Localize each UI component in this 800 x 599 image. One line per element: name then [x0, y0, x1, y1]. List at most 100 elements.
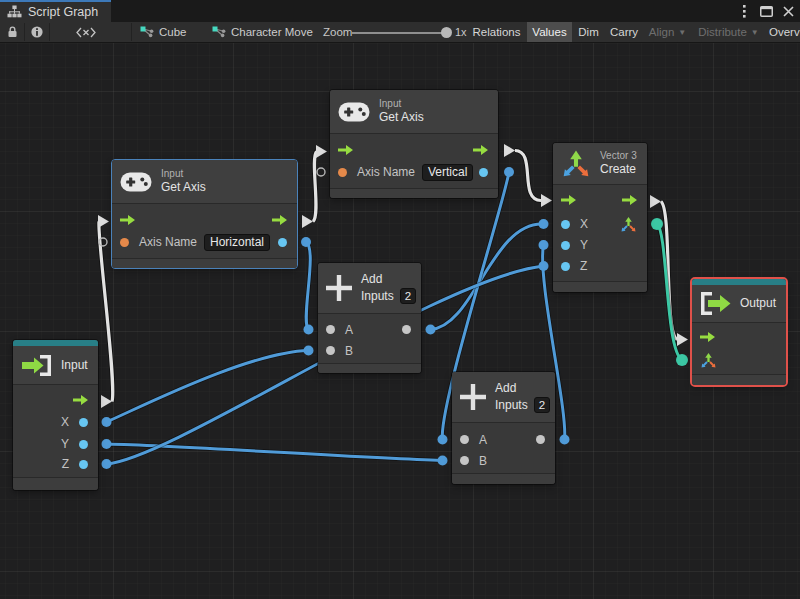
code-preview-button[interactable] [50, 22, 122, 42]
port-dot[interactable] [536, 435, 545, 444]
node-vector3-create[interactable]: Vector 3CreateXYZ [553, 143, 647, 292]
port-label: Y [61, 438, 69, 450]
node-inputs-label: Inputs [495, 398, 528, 413]
port-group-left: Z [561, 260, 587, 272]
node-row: Z [553, 255, 647, 277]
port-label: Z [62, 458, 69, 470]
toolbar-button-carry[interactable]: Carry [605, 22, 643, 42]
node-add-1[interactable]: AddInputs2AB [318, 263, 421, 373]
breadcrumb-label: Cube [159, 26, 187, 38]
port-label: Axis Name [357, 166, 415, 178]
vector3-icon [561, 149, 591, 179]
node-row [553, 189, 647, 211]
port-group-left [338, 145, 353, 155]
node-row: B [318, 340, 421, 362]
info-button[interactable] [25, 22, 49, 42]
port-dot[interactable] [479, 168, 488, 177]
node-header: Vector 3Create [553, 143, 647, 185]
node-get-axis-vertical[interactable]: InputGet Axis Axis Name Vertical [330, 90, 498, 198]
port-group-right [73, 395, 88, 405]
port-dot[interactable] [79, 460, 88, 469]
node-row [13, 389, 98, 411]
port-dot[interactable] [338, 168, 347, 177]
node-output[interactable]: Output [692, 279, 786, 385]
zoom-slider-handle[interactable] [441, 27, 452, 38]
breadcrumb-character-move[interactable]: Character Move [212, 22, 313, 42]
close-icon[interactable] [781, 4, 795, 18]
port-dot[interactable] [326, 346, 335, 355]
flow-arrow-icon[interactable] [622, 195, 637, 205]
toolbar-button-overview[interactable]: Overview [766, 22, 800, 42]
port-dot[interactable] [326, 325, 335, 334]
zoom-slider-track[interactable] [352, 32, 450, 34]
node-header-text: Vector 3Create [600, 150, 637, 177]
node-inputs-count-field[interactable]: 2 [534, 397, 550, 413]
graph-icon [212, 26, 226, 38]
port-dot[interactable] [120, 238, 129, 247]
port-dot[interactable] [561, 220, 570, 229]
flow-arrow-icon[interactable] [120, 215, 135, 225]
port-group-left: Axis Name Horizontal [120, 234, 270, 251]
vector3-port-icon[interactable] [700, 352, 717, 369]
maximize-icon[interactable] [759, 4, 773, 18]
node-input[interactable]: InputXYZ [13, 340, 98, 490]
port-group-right: Z [62, 458, 88, 470]
flow-arrow-icon[interactable] [338, 145, 353, 155]
port-group-left [561, 195, 576, 205]
breadcrumb-cube[interactable]: Cube [140, 22, 187, 42]
flow-arrow-icon[interactable] [561, 195, 576, 205]
toolbar-button-distribute[interactable]: Distribute▼ [692, 22, 765, 42]
port-dot[interactable] [79, 440, 88, 449]
flow-arrow-icon[interactable] [473, 145, 488, 155]
flow-arrow-icon[interactable] [272, 215, 287, 225]
node-row [330, 139, 498, 161]
info-icon [31, 26, 43, 38]
port-dot[interactable] [460, 435, 469, 444]
port-value-field[interactable]: Vertical [422, 164, 473, 181]
node-footer [318, 363, 421, 373]
port-dot[interactable] [460, 456, 469, 465]
node-row: Y [553, 234, 647, 256]
port-dot[interactable] [278, 238, 287, 247]
port-group-left: A [460, 434, 487, 446]
toolbar-button-values[interactable]: Values [527, 22, 572, 42]
kebab-menu-icon[interactable] [737, 4, 751, 18]
script-graph-icon [7, 5, 22, 19]
port-value-field[interactable]: Horizontal [204, 234, 270, 251]
node-row [692, 326, 786, 348]
node-row: B [452, 450, 555, 472]
node-title: Add [361, 272, 416, 287]
node-row: Axis Name Vertical [330, 161, 498, 183]
toolbar-button-label: Relations [473, 26, 521, 38]
node-header-text: InputGet Axis [161, 168, 206, 195]
node-footer [13, 477, 98, 490]
port-dot[interactable] [561, 262, 570, 271]
node-subtitle: Input [161, 168, 206, 179]
flow-arrow-icon[interactable] [73, 395, 88, 405]
flow-arrow-icon[interactable] [700, 332, 715, 342]
node-subtitle: Vector 3 [600, 150, 637, 161]
node-inputs-count-field[interactable]: 2 [400, 288, 416, 304]
node-layer: InputGet AxisAxis NameVerticalInputGet A… [0, 0, 800, 599]
port-dot[interactable] [561, 241, 570, 250]
lock-button[interactable] [0, 22, 24, 42]
node-title: Get Axis [161, 180, 206, 195]
toolbar-button-dim[interactable]: Dim [573, 22, 604, 42]
port-dot[interactable] [79, 418, 88, 427]
port-label: Y [580, 239, 588, 251]
node-row: Z [13, 453, 98, 475]
toolbar-button-align[interactable]: Align▼ [644, 22, 691, 42]
port-label: Axis Name [139, 236, 197, 248]
tab-script-graph[interactable]: Script Graph [0, 0, 111, 22]
dropdown-arrow-icon: ▼ [678, 28, 686, 37]
node-row: A [318, 319, 421, 341]
toolbar-button-relations[interactable]: Relations [467, 22, 526, 42]
node-get-axis-horizontal[interactable]: InputGet Axis Axis Name Horizontal [112, 160, 297, 268]
vector3-port-icon[interactable] [620, 216, 637, 233]
node-add-2[interactable]: AddInputs2AB [452, 372, 555, 484]
port-dot[interactable] [402, 325, 411, 334]
port-label: B [479, 455, 487, 467]
toolbar-button-label: Dim [578, 26, 598, 38]
port-group-right [272, 215, 287, 225]
node-header: InputGet Axis [330, 90, 498, 134]
